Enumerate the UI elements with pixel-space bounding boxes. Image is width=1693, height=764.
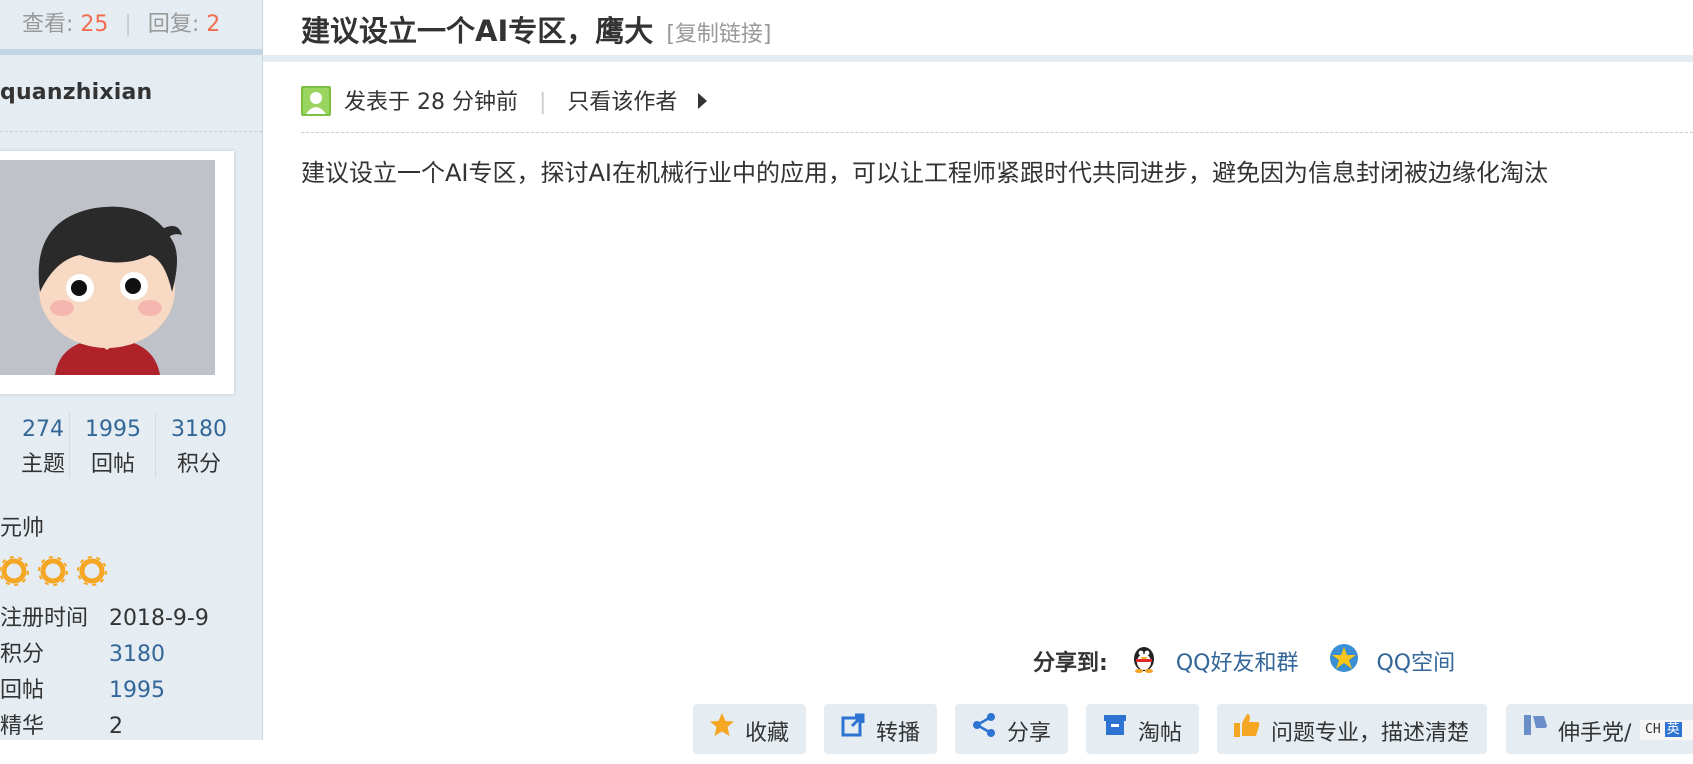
info-key: 回帖 bbox=[0, 678, 45, 703]
forward-label: 转播 bbox=[876, 721, 921, 746]
title-divider bbox=[263, 55, 1693, 62]
share-label-btn: 分享 bbox=[1007, 721, 1052, 746]
divider bbox=[301, 132, 1693, 133]
post-time: 发表于 28 分钟前 bbox=[344, 90, 518, 115]
user-online-icon bbox=[301, 86, 331, 116]
ime-icon: 英 bbox=[1664, 722, 1682, 737]
replies-count: 2 bbox=[206, 12, 221, 37]
user-stats: 274 主题 1995 回帖 3180 积分 bbox=[0, 412, 262, 484]
vote-professional-button[interactable]: 问题专业，描述清楚 bbox=[1217, 704, 1487, 754]
avatar[interactable] bbox=[0, 151, 234, 394]
stat-value: 3180 bbox=[171, 417, 227, 442]
replies-label: 回复: bbox=[147, 12, 200, 37]
share-qq-friends[interactable]: QQ好友和群 bbox=[1176, 651, 1299, 676]
avatar-image bbox=[0, 160, 215, 375]
share-button[interactable]: 分享 bbox=[955, 704, 1068, 754]
share-icon bbox=[971, 702, 997, 762]
author-sidebar: 查看: 25 | 回复: 2 quanzhixian 274 主题 1995 回… bbox=[0, 0, 263, 740]
star-icon bbox=[709, 702, 735, 762]
copy-link[interactable]: [复制链接] bbox=[666, 22, 771, 47]
share-qzone[interactable]: QQ空间 bbox=[1376, 651, 1455, 676]
forward-button[interactable]: 转播 bbox=[824, 704, 937, 754]
stat-points[interactable]: 3180 积分 bbox=[156, 412, 242, 482]
view-reply-stats: 查看: 25 | 回复: 2 bbox=[0, 0, 262, 55]
share-label: 分享到: bbox=[1033, 651, 1108, 676]
post-title: 建议设立一个AI专区，鹰大 bbox=[301, 14, 654, 48]
qq-penguin-icon[interactable] bbox=[1129, 643, 1159, 679]
ime-indicator[interactable]: CH 英 bbox=[1640, 720, 1693, 740]
info-key: 精华 bbox=[0, 714, 45, 739]
views-label: 查看: bbox=[22, 12, 74, 37]
star-icon bbox=[38, 556, 68, 586]
ime-mode: CH bbox=[1645, 722, 1661, 737]
caret-right-icon[interactable] bbox=[698, 93, 708, 109]
stat-value: 1995 bbox=[85, 417, 141, 442]
favorite-label: 收藏 bbox=[745, 721, 790, 746]
star-icon bbox=[0, 556, 29, 586]
info-value-link[interactable]: 1995 bbox=[109, 674, 165, 708]
post-content: 建议设立一个AI专区，探讨AI在机械行业中的应用，可以让工程师紧跟时代共同进步，… bbox=[301, 159, 1548, 187]
divider bbox=[0, 131, 262, 132]
favorite-button[interactable]: 收藏 bbox=[693, 704, 806, 754]
post-meta: 发表于 28 分钟前 | 只看该作者 bbox=[301, 84, 708, 118]
info-key: 注册时间 bbox=[0, 606, 89, 631]
stats-divider: | bbox=[124, 12, 132, 37]
author-name[interactable]: quanzhixian bbox=[0, 80, 152, 105]
tao-label: 淘帖 bbox=[1138, 721, 1183, 746]
user-rank[interactable]: 元帅 bbox=[0, 510, 44, 542]
info-value: 2018-9-9 bbox=[109, 606, 209, 631]
hand-label: 伸手党/ bbox=[1558, 721, 1632, 746]
archive-box-icon bbox=[1102, 702, 1128, 762]
stat-label: 回帖 bbox=[90, 452, 135, 477]
info-value-link[interactable]: 3180 bbox=[109, 638, 165, 672]
external-link-icon bbox=[840, 702, 866, 762]
vote-label: 问题专业，描述清楚 bbox=[1271, 721, 1470, 746]
qzone-star-icon[interactable] bbox=[1329, 643, 1359, 679]
stat-label: 积分 bbox=[176, 452, 221, 477]
post-main: 建议设立一个AI专区，鹰大 [复制链接] 发表于 28 分钟前 | 只看该作者 … bbox=[263, 0, 1693, 740]
star-icon bbox=[77, 556, 107, 586]
tao-button[interactable]: 淘帖 bbox=[1086, 704, 1199, 754]
rank-stars bbox=[0, 553, 110, 593]
views-count: 25 bbox=[80, 12, 109, 37]
thumbs-up-icon bbox=[1233, 702, 1261, 762]
stat-replies[interactable]: 1995 回帖 bbox=[70, 412, 156, 482]
info-key: 积分 bbox=[0, 642, 45, 667]
share-bar: 分享到: QQ好友和群 QQ空间 bbox=[1033, 643, 1455, 681]
only-author-link[interactable]: 只看该作者 bbox=[567, 90, 677, 115]
meta-divider: | bbox=[538, 90, 547, 115]
thumbs-down-icon bbox=[1522, 702, 1548, 762]
post-title-row: 建议设立一个AI专区，鹰大 [复制链接] bbox=[301, 8, 772, 50]
info-value: 2 bbox=[109, 714, 123, 739]
